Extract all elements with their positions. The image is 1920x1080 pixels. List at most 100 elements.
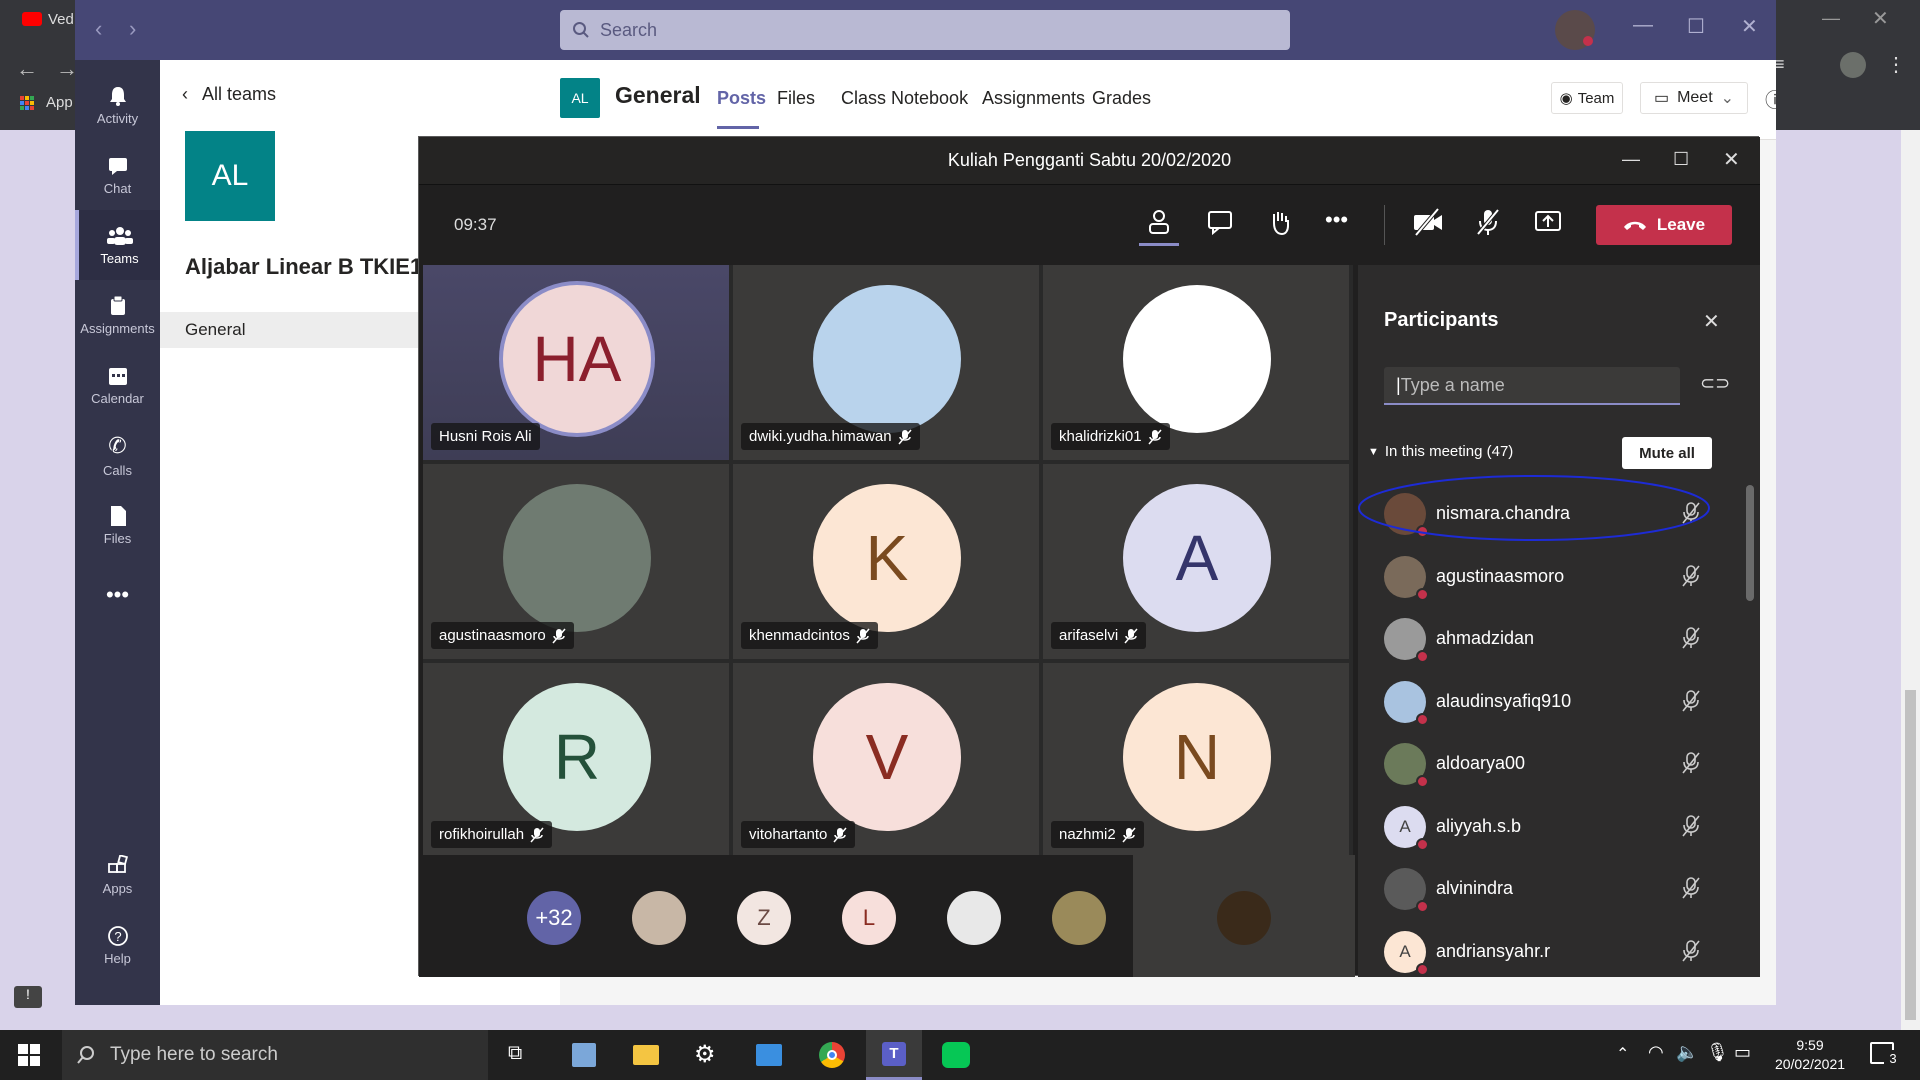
teams-taskbar-button[interactable]: T — [866, 1030, 922, 1080]
video-tile[interactable]: khalidrizki01 — [1043, 265, 1349, 460]
camera-toggle[interactable] — [1412, 207, 1444, 237]
tab-class-notebook[interactable]: Class Notebook — [841, 88, 968, 109]
control-panel-icon[interactable] — [756, 1044, 782, 1066]
participant-row[interactable]: aldoarya00 — [1358, 731, 1738, 793]
show-hidden-icons[interactable]: ⌃ — [1616, 1044, 1629, 1064]
video-tile[interactable]: Kkhenmadcintos — [733, 464, 1039, 659]
line-app-icon[interactable] — [942, 1042, 970, 1068]
video-tile[interactable]: Nnazhmi2 — [1043, 663, 1349, 858]
scrollbar-thumb[interactable] — [1905, 690, 1916, 1020]
chrome-icon[interactable] — [819, 1042, 845, 1068]
strip-avatar[interactable]: Z — [737, 891, 791, 945]
more-actions-icon[interactable]: ••• — [1325, 207, 1348, 233]
rail-more-icon[interactable]: ••• — [75, 560, 160, 630]
video-tile[interactable]: dwiki.yudha.himawan — [733, 265, 1039, 460]
mic-off-icon[interactable] — [1680, 876, 1702, 900]
nav-forward-icon[interactable]: › — [129, 16, 136, 42]
network-icon[interactable]: ◠ — [1648, 1042, 1664, 1063]
rail-chat[interactable]: Chat — [75, 140, 160, 210]
participant-row[interactable]: agustinaasmoro — [1358, 544, 1738, 606]
maximize-icon[interactable]: ☐ — [1687, 14, 1705, 39]
browser-tab-label[interactable]: Ved — [48, 11, 74, 28]
tab-assignments[interactable]: Assignments — [982, 88, 1085, 109]
search-bar[interactable]: Search — [560, 10, 1290, 50]
taskbar-search-box[interactable]: Type here to search — [62, 1030, 488, 1080]
rail-activity[interactable]: Activity — [75, 70, 160, 140]
close-panel-icon[interactable]: ✕ — [1703, 309, 1720, 334]
participant-row[interactable]: ahmadzidan — [1358, 606, 1738, 668]
mic-off-icon[interactable] — [1680, 751, 1702, 775]
rail-files[interactable]: Files — [75, 490, 160, 560]
mute-all-button[interactable]: Mute all — [1622, 437, 1712, 469]
mic-off-icon[interactable] — [1680, 814, 1702, 838]
tab-posts[interactable]: Posts — [717, 88, 766, 109]
rail-apps[interactable]: Apps — [75, 840, 160, 910]
video-tile[interactable]: Aarifaselvi — [1043, 464, 1349, 659]
panel-scrollbar[interactable] — [1746, 485, 1754, 601]
volume-icon[interactable]: 🔈 — [1676, 1042, 1698, 1063]
video-tile[interactable]: Rrofikhoirullah — [423, 663, 729, 858]
apps-bookmark-label[interactable]: App — [46, 94, 73, 111]
show-participants-button[interactable] — [1139, 207, 1179, 246]
mic-toggle[interactable] — [1473, 207, 1503, 237]
browser-close-icon[interactable]: ✕ — [1872, 6, 1889, 31]
in-meeting-section[interactable]: ▼ In this meeting (47) — [1368, 443, 1513, 460]
eye-icon: ◉ — [1559, 90, 1573, 107]
microphone-tray-icon[interactable]: 🎙 — [1706, 1042, 1729, 1063]
task-view-icon[interactable]: ⧉ — [508, 1042, 522, 1065]
participant-row[interactable]: alaudinsyafiq910 — [1358, 669, 1738, 731]
rail-help[interactable]: ? Help — [75, 910, 160, 980]
mic-off-icon[interactable] — [1680, 626, 1702, 650]
meet-button[interactable]: ▭ Meet ⌄ — [1640, 82, 1748, 114]
rail-teams[interactable]: Teams — [75, 210, 160, 280]
settings-gear-icon[interactable]: ⚙ — [694, 1040, 716, 1069]
all-teams-link[interactable]: ‹ All teams — [182, 84, 276, 105]
strip-avatar[interactable] — [1052, 891, 1106, 945]
strip-avatar[interactable]: L — [842, 891, 896, 945]
participant-row[interactable]: Aaliyyah.s.b — [1358, 794, 1738, 856]
tab-grades[interactable]: Grades — [1092, 88, 1151, 109]
browser-minimize-icon[interactable]: — — [1822, 8, 1840, 29]
tab-files[interactable]: Files — [777, 88, 815, 109]
rail-calendar[interactable]: Calendar — [75, 350, 160, 420]
info-icon[interactable]: ⓘ — [1765, 84, 1776, 113]
raise-hand-button[interactable] — [1265, 207, 1295, 237]
self-view[interactable] — [1133, 855, 1355, 977]
mic-off-icon[interactable] — [1680, 939, 1702, 963]
feedback-icon[interactable]: ! — [14, 986, 42, 1008]
browser-scrollbar[interactable] — [1901, 130, 1920, 1030]
participant-row[interactable]: Aandriansyahr.r — [1358, 919, 1738, 978]
minimize-icon[interactable]: — — [1633, 14, 1653, 37]
more-participants-badge[interactable]: +32 — [527, 891, 581, 945]
close-icon[interactable]: ✕ — [1741, 14, 1758, 39]
meeting-close-icon[interactable]: ✕ — [1723, 147, 1740, 172]
mic-off-icon[interactable] — [1680, 689, 1702, 713]
back-icon[interactable]: ← — [16, 56, 38, 82]
nav-back-icon[interactable]: ‹ — [95, 16, 102, 42]
explorer-app-icon[interactable] — [572, 1043, 596, 1067]
video-tile[interactable]: agustinaasmoro — [423, 464, 729, 659]
team-button[interactable]: ◉ Team — [1551, 82, 1623, 114]
leave-button[interactable]: Leave — [1596, 205, 1732, 245]
windows-start-icon[interactable] — [18, 1044, 40, 1066]
video-tile[interactable]: HA Husni Rois Ali — [423, 265, 729, 460]
share-invite-icon[interactable]: ⊂⊃ — [1700, 373, 1730, 394]
browser-menu-icon[interactable]: ⋮ — [1886, 52, 1906, 77]
meeting-minimize-icon[interactable]: — — [1622, 149, 1640, 170]
participant-row[interactable]: alvinindra — [1358, 856, 1738, 918]
participant-search-input[interactable]: | Type a name — [1384, 367, 1680, 405]
file-explorer-icon[interactable] — [633, 1045, 659, 1065]
taskbar-clock[interactable]: 9:59 20/02/2021 — [1762, 1036, 1858, 1074]
battery-icon[interactable]: ▭ — [1734, 1042, 1751, 1063]
video-tile[interactable]: Vvitohartanto — [733, 663, 1039, 858]
rail-calls[interactable]: ✆ Calls — [75, 420, 160, 490]
rail-assignments[interactable]: Assignments — [75, 280, 160, 350]
search-icon — [573, 22, 589, 38]
strip-avatar[interactable] — [632, 891, 686, 945]
strip-avatar[interactable] — [947, 891, 1001, 945]
mic-off-icon[interactable] — [1680, 564, 1702, 588]
share-screen-button[interactable] — [1533, 207, 1563, 237]
browser-profile-avatar[interactable] — [1840, 52, 1866, 78]
show-chat-button[interactable] — [1205, 207, 1235, 237]
meeting-maximize-icon[interactable]: ☐ — [1673, 149, 1689, 170]
